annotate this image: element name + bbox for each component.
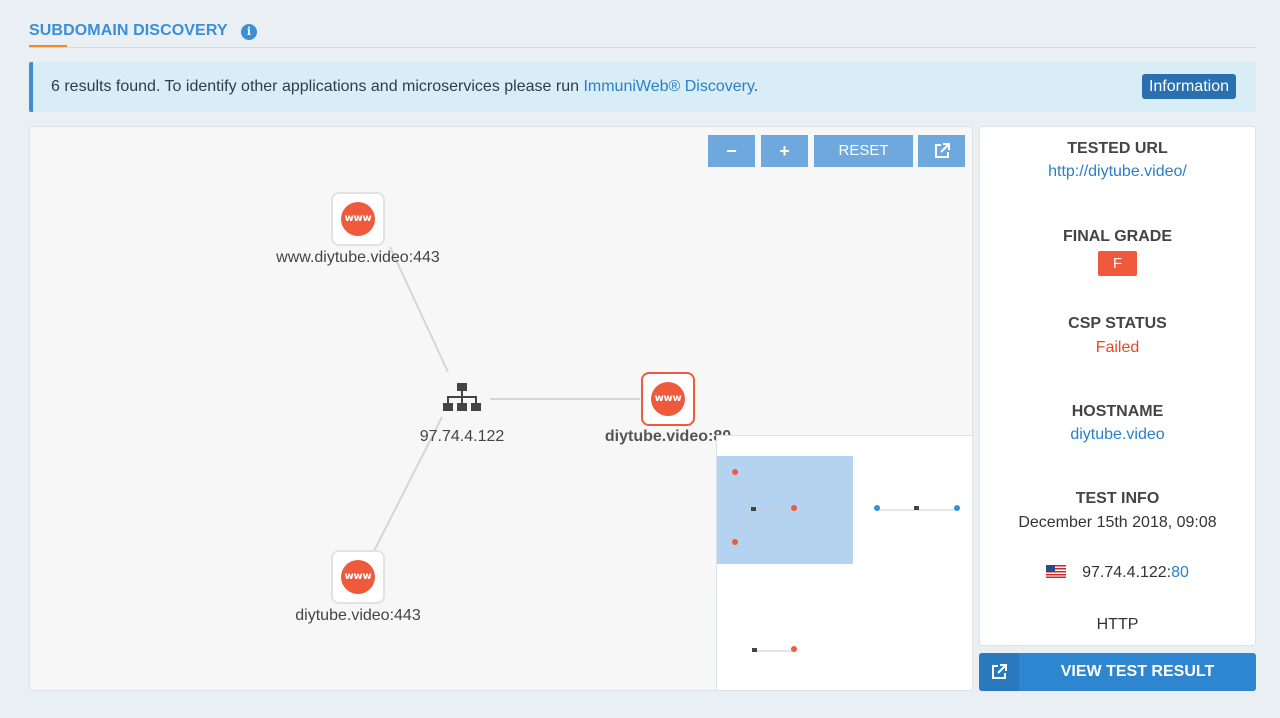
graph-minimap[interactable] [716, 435, 972, 690]
results-alert: 6 results found. To identify other appli… [29, 62, 1256, 112]
reset-button[interactable]: RESET [814, 135, 913, 167]
test-details-panel: TESTED URL http://diytube.video/ FINAL G… [979, 126, 1256, 646]
node-label: www.diytube.video:443 [276, 249, 440, 266]
view-test-result-button[interactable]: VIEW TEST RESULT [979, 653, 1256, 691]
section-header: SUBDOMAIN DISCOVERY i [29, 18, 1256, 48]
test-info-label: TEST INFO [1075, 490, 1160, 507]
www-icon: www [341, 560, 375, 594]
external-link-icon [992, 664, 1007, 679]
external-link-icon [934, 143, 950, 158]
graph-node-diytube-443[interactable]: www [331, 550, 385, 604]
final-grade-label: FINAL GRADE [1062, 228, 1173, 245]
grade-badge: F [1098, 251, 1137, 276]
node-label: diytube.video:80 [604, 428, 732, 445]
network-icon[interactable] [443, 383, 481, 415]
port-link[interactable]: 80 [1171, 564, 1189, 581]
graph-node-diytube-80[interactable]: www [641, 372, 695, 426]
protocol-value: HTTP [1096, 616, 1139, 633]
test-date: December 15th 2018, 09:08 [1018, 514, 1217, 531]
us-flag-icon [1046, 565, 1067, 578]
info-icon[interactable]: i [241, 24, 257, 40]
ip-row: 97.74.4.122:80 [980, 564, 1255, 582]
zoom-in-button[interactable]: + [761, 135, 808, 167]
view-btn-icon-wrap [979, 653, 1019, 691]
section-title: SUBDOMAIN DISCOVERY [29, 22, 228, 39]
hostname-link[interactable]: diytube.video [980, 426, 1255, 444]
section-title-underline [29, 45, 67, 47]
www-icon: www [651, 382, 685, 416]
open-external-button[interactable] [918, 135, 965, 167]
information-badge[interactable]: Information [1141, 74, 1236, 99]
tested-url-link[interactable]: http://diytube.video/ [980, 163, 1255, 181]
minimap-nodes [732, 469, 960, 652]
www-icon: www [341, 202, 375, 236]
alert-message: 6 results found. To identify other appli… [51, 78, 584, 95]
discovery-link[interactable]: ImmuniWeb® Discovery [583, 78, 753, 95]
tested-url-label: TESTED URL [1067, 140, 1168, 157]
alert-text: 6 results found. To identify other appli… [51, 78, 758, 96]
node-label: 97.74.4.122 [419, 428, 505, 445]
csp-status-label: CSP STATUS [1068, 315, 1167, 332]
ip-address: 97.74.4.122: [1082, 564, 1172, 581]
alert-suffix: . [753, 78, 759, 95]
node-label: diytube.video:443 [295, 607, 421, 624]
hostname-label: HOSTNAME [1071, 403, 1164, 420]
graph-node-www-diytube-443[interactable]: www [331, 192, 385, 246]
view-test-result-label: VIEW TEST RESULT [1060, 663, 1215, 680]
csp-status-value: Failed [1095, 339, 1140, 356]
subdomain-graph[interactable]: www www.diytube.video:443 97.74.4.122 ww… [29, 126, 973, 691]
zoom-out-button[interactable]: − [708, 135, 755, 167]
